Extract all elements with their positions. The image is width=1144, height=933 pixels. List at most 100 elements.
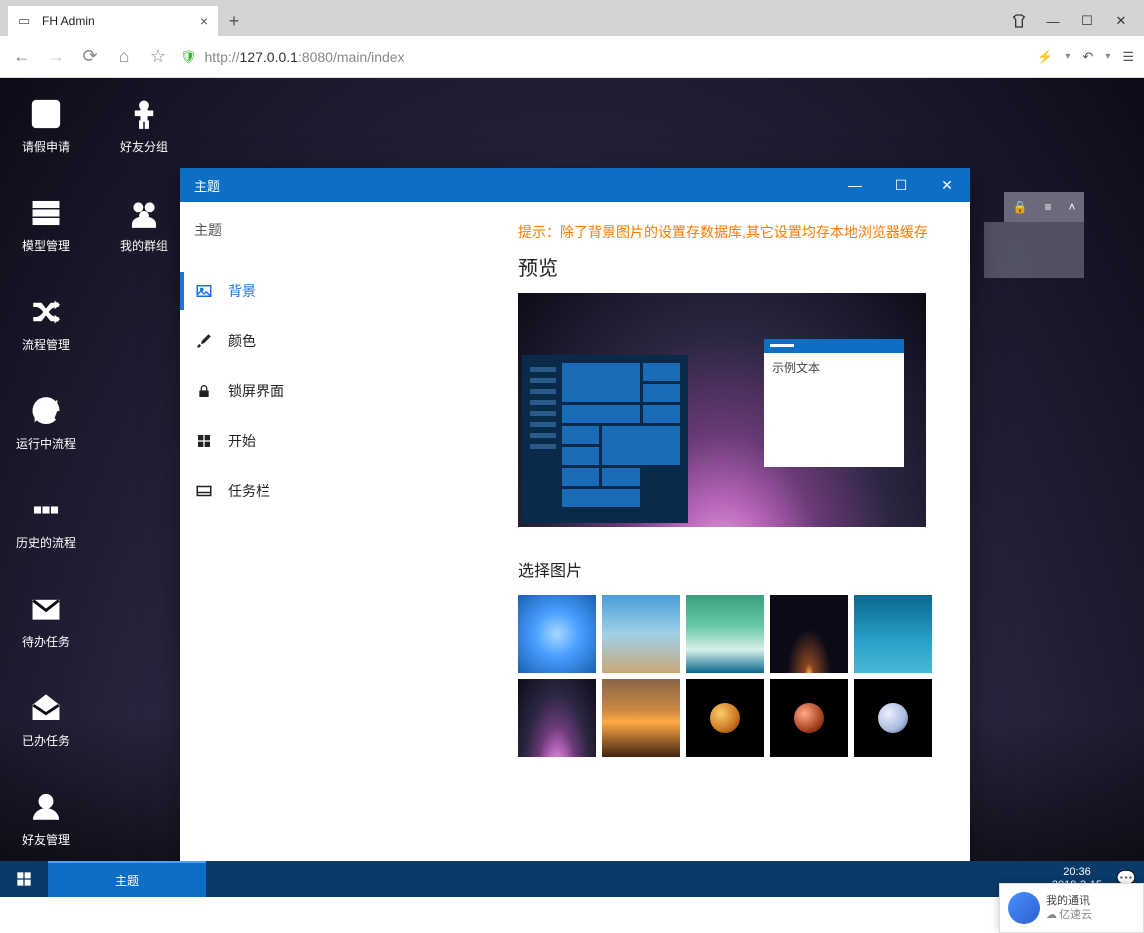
winlogo-icon xyxy=(194,431,214,451)
window-controls: — ☐ ✕ xyxy=(1002,6,1144,36)
desktop-icon-leave-request[interactable]: 请假申请 xyxy=(10,96,82,155)
desktop-icon-todo-tasks[interactable]: 待办任务 xyxy=(10,591,82,650)
wallpaper-thumb[interactable] xyxy=(518,679,596,757)
settings-content: 提示：除了背景图片的设置存数据库,其它设置均存本地浏览器缓存 预览 xyxy=(500,202,970,888)
url-field[interactable]: 🛡 http://127.0.0.1:8080/main/index xyxy=(180,49,1027,65)
hint-text: 提示：除了背景图片的设置存数据库,其它设置均存本地浏览器缓存 xyxy=(518,222,952,242)
icon-label: 我的群组 xyxy=(120,237,168,254)
cloud-badge[interactable]: 我的通讯 ☁ 亿速云 xyxy=(999,883,1144,933)
dots-icon xyxy=(28,492,64,528)
window-title: 主题 xyxy=(194,176,220,195)
reload-button[interactable]: ⟳ xyxy=(78,46,102,67)
window-minimize-button[interactable]: — xyxy=(832,168,878,202)
desktop: 🔒 ≡ ˄ 请假申请 好友分组 模型管理 我的群组 xyxy=(0,78,1144,897)
menu-icon[interactable]: ☰ xyxy=(1122,49,1134,65)
sidebar-item-label: 开始 xyxy=(228,431,256,451)
wallpaper-thumb[interactable] xyxy=(602,595,680,673)
panel-body xyxy=(984,222,1084,278)
sidebar-item-taskbar[interactable]: 任务栏 xyxy=(180,466,500,516)
taskbar-task[interactable]: 主题 xyxy=(48,861,206,897)
wallpaper-thumb[interactable] xyxy=(602,679,680,757)
icon-label: 请假申请 xyxy=(22,138,70,155)
list-icon[interactable]: ≡ xyxy=(1044,200,1051,214)
sidebar-item-label: 锁屏界面 xyxy=(228,381,284,401)
favorite-button[interactable]: ☆ xyxy=(146,46,170,67)
preview-example-window: 示例文本 xyxy=(764,339,904,467)
desktop-icon-workflow-mgmt[interactable]: 流程管理 xyxy=(10,294,82,353)
desktop-icon-my-groups[interactable]: 我的群组 xyxy=(108,195,180,254)
home-button[interactable]: ⌂ xyxy=(112,46,136,67)
icon-label: 好友分组 xyxy=(120,138,168,155)
desktop-icon-friend-groups[interactable]: 好友分组 xyxy=(108,96,180,155)
wallpaper-thumb[interactable] xyxy=(770,595,848,673)
tab-title: FH Admin xyxy=(42,14,200,28)
wallpaper-thumb[interactable] xyxy=(854,595,932,673)
desktop-icon-model-mgmt[interactable]: 模型管理 xyxy=(10,195,82,254)
bolt-icon[interactable]: ⚡ xyxy=(1037,49,1053,65)
example-text: 示例文本 xyxy=(764,353,904,382)
wallpaper-thumb[interactable] xyxy=(518,595,596,673)
icon-label: 待办任务 xyxy=(22,633,70,650)
undo-icon[interactable]: ↶ xyxy=(1082,49,1093,65)
start-button[interactable] xyxy=(0,861,48,897)
tab-favicon-icon: ▭ xyxy=(18,13,34,29)
settings-sidebar: 主题 背景 颜色 锁屏界面 xyxy=(180,202,500,888)
bolt-dropdown-icon[interactable]: ▾ xyxy=(1065,51,1070,62)
chevron-up-icon[interactable]: ˄ xyxy=(1068,200,1075,214)
wallpaper-thumb[interactable] xyxy=(770,679,848,757)
tab-close-icon[interactable]: × xyxy=(200,13,208,29)
desktop-icons: 请假申请 好友分组 模型管理 我的群组 流程管理 运行中流程 xyxy=(0,78,190,897)
close-button[interactable]: ✕ xyxy=(1104,6,1138,36)
shuffle-icon xyxy=(28,294,64,330)
wallpaper-thumb[interactable] xyxy=(686,679,764,757)
icon-label: 好友管理 xyxy=(22,831,70,848)
cloud-logo-icon: ☁ 亿速云 xyxy=(1046,908,1092,922)
panel-toolbar: 🔒 ≡ ˄ xyxy=(1004,192,1084,222)
forward-button[interactable]: → xyxy=(44,46,68,67)
desktop-icon-friend-mgmt[interactable]: 好友管理 xyxy=(10,789,82,848)
wallpaper-thumb[interactable] xyxy=(686,595,764,673)
theme-preview: 示例文本 xyxy=(518,293,926,527)
desktop-icon-done-tasks[interactable]: 已办任务 xyxy=(10,690,82,749)
user-icon xyxy=(28,789,64,825)
window-maximize-button[interactable]: ☐ xyxy=(878,168,924,202)
maximize-button[interactable]: ☐ xyxy=(1070,6,1104,36)
shirt-icon[interactable] xyxy=(1002,6,1036,36)
address-bar: ← → ⟳ ⌂ ☆ 🛡 http://127.0.0.1:8080/main/i… xyxy=(0,36,1144,78)
sidebar-item-label: 背景 xyxy=(228,281,256,301)
lock-icon[interactable]: 🔒 xyxy=(1013,200,1028,214)
sidebar-item-label: 颜色 xyxy=(228,331,256,351)
desktop-icon-running-workflow[interactable]: 运行中流程 xyxy=(10,393,82,452)
image-icon xyxy=(194,281,214,301)
desktop-icon-history-workflow[interactable]: 历史的流程 xyxy=(10,492,82,551)
wallpaper-thumbnails xyxy=(518,595,938,757)
mail-open-icon xyxy=(28,690,64,726)
shield-icon: 🛡 xyxy=(180,49,197,65)
browser-tab[interactable]: ▭ FH Admin × xyxy=(8,6,218,36)
sidebar-item-lockscreen[interactable]: 锁屏界面 xyxy=(180,366,500,416)
badge-line1: 我的通讯 xyxy=(1046,894,1092,908)
sidebar-item-background[interactable]: 背景 xyxy=(180,266,500,316)
edit-icon xyxy=(28,96,64,132)
icon-label: 运行中流程 xyxy=(16,435,76,452)
choose-image-heading: 选择图片 xyxy=(518,557,952,581)
sidebar-item-color[interactable]: 颜色 xyxy=(180,316,500,366)
minimize-button[interactable]: — xyxy=(1036,6,1070,36)
new-tab-button[interactable]: + xyxy=(218,6,250,36)
layers-icon xyxy=(28,195,64,231)
preview-start-panel xyxy=(522,355,688,523)
sidebar-item-start[interactable]: 开始 xyxy=(180,416,500,466)
icon-label: 模型管理 xyxy=(22,237,70,254)
mail-icon xyxy=(28,591,64,627)
person-icon xyxy=(126,96,162,132)
sidebar-heading: 主题 xyxy=(180,202,500,266)
lock-icon xyxy=(194,381,214,401)
taskbar-icon xyxy=(194,481,214,501)
window-close-button[interactable]: ✕ xyxy=(924,168,970,202)
back-button[interactable]: ← xyxy=(10,46,34,67)
icon-label: 流程管理 xyxy=(22,336,70,353)
theme-window: 主题 — ☐ ✕ 主题 背景 颜色 xyxy=(180,168,970,888)
preview-heading: 预览 xyxy=(518,252,952,281)
wallpaper-thumb[interactable] xyxy=(854,679,932,757)
window-titlebar[interactable]: 主题 — ☐ ✕ xyxy=(180,168,970,202)
